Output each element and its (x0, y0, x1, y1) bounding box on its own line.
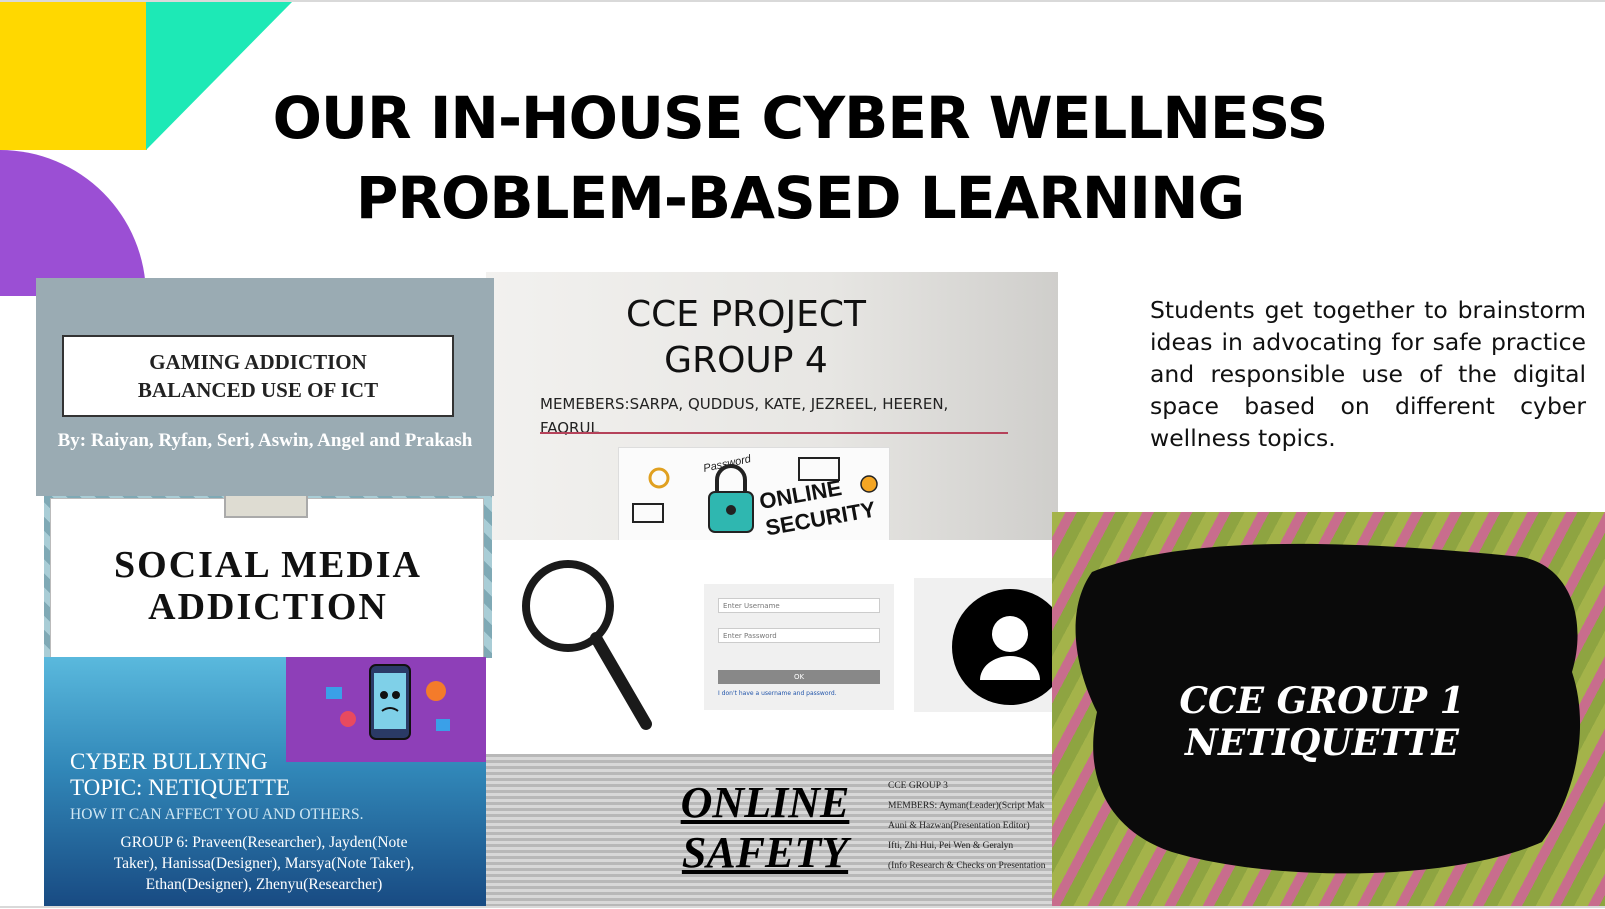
netiquette-title-line1: CCE GROUP 1 (1179, 680, 1465, 722)
thumbnail-gaming-addiction: GAMING ADDICTION BALANCED USE OF ICT By:… (36, 278, 494, 496)
safety-title: ONLINE SAFETY (672, 778, 858, 878)
safety-info-line5: (Info Research & Checks on Presentation (888, 861, 1046, 871)
safety-title-line2: SAFETY (681, 828, 849, 877)
purple-quarter-circle-decoration (0, 150, 146, 296)
bullying-phone-illustration (286, 657, 486, 762)
avatar-panel (914, 578, 1058, 712)
username-field: Enter Username (718, 598, 880, 613)
bottom-border (0, 906, 1605, 908)
bullying-group-members: GROUP 6: Praveen(Researcher), Jayden(Not… (74, 832, 454, 895)
magnifying-glass-icon (522, 560, 652, 730)
gaming-title-line1: GAMING ADDICTION (149, 350, 367, 374)
safety-info-line4: Ifti, Zhi Hui, Pei Wen & Geralyn (888, 841, 1014, 851)
group4-underline (540, 432, 1008, 434)
ok-button: OK (718, 670, 880, 684)
bullying-group-line3: Ethan(Designer), Zhenyu(Researcher) (145, 876, 383, 893)
user-avatar-icon (952, 589, 1058, 705)
group4-members-line1: MEMEBERS:SARPA, QUDDUS, KATE, JEZREEL, H… (540, 395, 949, 413)
password-field: Enter Password (718, 628, 880, 643)
safety-info-line1: CCE GROUP 3 (888, 781, 948, 791)
group4-title-line2: GROUP 4 (664, 340, 828, 381)
gaming-title-box: GAMING ADDICTION BALANCED USE OF ICT (62, 335, 454, 417)
bullying-title: CYBER BULLYING TOPIC: NETIQUETTE (70, 749, 400, 801)
group4-title-line1: CCE PROJECT (625, 294, 866, 335)
bullying-group-line1: GROUP 6: Praveen(Researcher), Jayden(Not… (120, 834, 408, 851)
safety-info-line2: MEMBERS: Ayman(Leader)(Script Mak (888, 801, 1045, 811)
no-account-link: I don't have a username and password. (718, 690, 837, 697)
thumbnail-login-screen: Enter Username Enter Password OK I don't… (486, 540, 1058, 754)
slide-title-line1: OUR IN-HOUSE CYBER WELLNESS (272, 84, 1329, 152)
thumbnail-online-safety: ONLINE SAFETY CCE GROUP 3 MEMBERS: Ayman… (486, 754, 1058, 907)
thumbnail-cyber-bullying: CYBER BULLYING TOPIC: NETIQUETTE HOW IT … (44, 657, 486, 907)
slide-title: OUR IN-HOUSE CYBER WELLNESS PROBLEM-BASE… (160, 78, 1440, 238)
slide-description: Students get together to brainstorm idea… (1150, 296, 1586, 452)
group4-members-line2: FAQRUL (540, 419, 599, 437)
netiquette-title-line2: NETIQUETTE (1185, 722, 1459, 764)
safety-title-line1: ONLINE (680, 778, 850, 827)
thumbnail-social-media-addiction: SOCIAL MEDIA ADDICTION (44, 478, 492, 658)
thumbnail-cce-project-group4: CCE PROJECT GROUP 4 MEMEBERS:SARPA, QUDD… (486, 272, 1058, 540)
login-form: Enter Username Enter Password OK I don't… (704, 584, 894, 710)
bullying-group-line2: Taker), Hanissa(Designer), Marsya(Note T… (113, 855, 415, 872)
online-security-illustration: Password ONLINE SECURITY (618, 447, 890, 540)
bullying-title-line1: CYBER BULLYING (70, 749, 268, 774)
netiquette-title: CCE GROUP 1 NETIQUETTE (1152, 680, 1492, 764)
safety-group-info: CCE GROUP 3 MEMBERS: Ayman(Leader)(Scrip… (888, 776, 1058, 876)
yellow-square-decoration (0, 2, 147, 150)
social-title-line1: SOCIAL MEDIA (114, 544, 422, 586)
bullying-title-line2: TOPIC: NETIQUETTE (70, 775, 290, 800)
phone-icon (326, 664, 450, 740)
gaming-title-line2: BALANCED USE OF ICT (137, 378, 379, 402)
slide-title-line2: PROBLEM-BASED LEARNING (355, 164, 1245, 232)
social-title-line2: ADDICTION (148, 586, 388, 628)
safety-info-line3: Auni & Hazwan(Presentation Editor) (888, 821, 1030, 831)
thumbnail-cce-group1-netiquette: CCE GROUP 1 NETIQUETTE (1052, 512, 1605, 907)
social-title: SOCIAL MEDIA ADDICTION (44, 544, 492, 628)
bullying-subtitle: HOW IT CAN AFFECT YOU AND OTHERS. (70, 806, 364, 823)
gaming-authors: By: Raiyan, Ryfan, Seri, Aswin, Angel an… (57, 430, 473, 451)
group4-title: CCE PROJECT GROUP 4 (486, 292, 1006, 384)
